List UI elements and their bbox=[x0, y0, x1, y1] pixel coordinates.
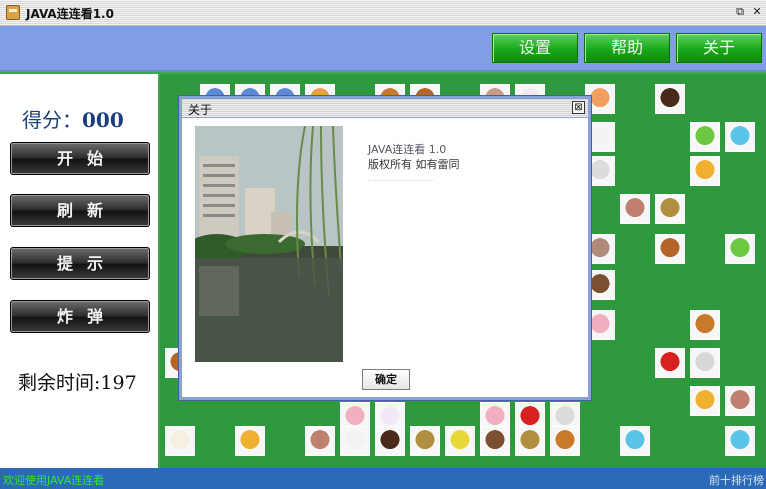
tiger-tile[interactable] bbox=[550, 426, 580, 456]
cake-tile[interactable] bbox=[655, 84, 685, 114]
window-title-bar: JAVA连连看1.0 ⧉ ✕ bbox=[0, 0, 766, 26]
score-value: 000 bbox=[82, 108, 124, 132]
copyright-text: 版权所有 如有雷同 bbox=[368, 158, 460, 171]
apple-green-tile[interactable] bbox=[725, 234, 755, 264]
apple-green-tile[interactable] bbox=[690, 122, 720, 152]
girl-tile[interactable] bbox=[620, 194, 650, 224]
dog-tile[interactable] bbox=[690, 348, 720, 378]
close-window-button[interactable]: ✕ bbox=[750, 5, 764, 19]
monkey-tile[interactable] bbox=[655, 194, 685, 224]
heart-tile[interactable] bbox=[655, 348, 685, 378]
side-panel: 得分：000 开始 刷新 提示 炸弹 剩余时间:197 bbox=[0, 72, 160, 468]
butterfly-tile[interactable] bbox=[725, 426, 755, 456]
girl-tile[interactable] bbox=[305, 426, 335, 456]
bomb-button[interactable]: 炸弹 bbox=[10, 300, 150, 333]
apple-gold-tile[interactable] bbox=[235, 426, 265, 456]
divider bbox=[368, 180, 434, 181]
time-remaining: 剩余时间:197 bbox=[18, 368, 137, 395]
butterfly-tile[interactable] bbox=[620, 426, 650, 456]
status-bar: 欢迎使用JAVA连连看 前十排行榜 bbox=[0, 468, 766, 489]
dog-tile[interactable] bbox=[480, 426, 510, 456]
about-dialog: 关于 ⊠ JAVA连连看 1.0 版权所有 如有雷同 确定 bbox=[178, 95, 592, 401]
bunny-tile[interactable] bbox=[340, 426, 370, 456]
hint-button[interactable]: 提示 bbox=[10, 247, 150, 280]
girl-tile[interactable] bbox=[725, 386, 755, 416]
burger-tile[interactable] bbox=[655, 234, 685, 264]
restore-window-button[interactable]: ⧉ bbox=[733, 5, 747, 19]
lemon-tile[interactable] bbox=[445, 426, 475, 456]
settings-button[interactable]: 设置 bbox=[492, 33, 578, 63]
timer-label: 剩余时间: bbox=[18, 372, 101, 394]
timer-value: 197 bbox=[100, 372, 137, 394]
score-display: 得分：000 bbox=[22, 104, 124, 133]
leaderboard-link[interactable]: 前十排行榜 bbox=[709, 472, 764, 488]
campus-photo bbox=[195, 126, 343, 362]
monkey-tile[interactable] bbox=[515, 426, 545, 456]
monkey-tile[interactable] bbox=[410, 426, 440, 456]
app-version-text: JAVA连连看 1.0 bbox=[368, 143, 447, 156]
window-title: JAVA连连看1.0 bbox=[26, 7, 114, 21]
help-button[interactable]: 帮助 bbox=[584, 33, 670, 63]
butterfly-tile[interactable] bbox=[725, 122, 755, 152]
start-button[interactable]: 开始 bbox=[10, 142, 150, 175]
apple-gold-tile[interactable] bbox=[690, 386, 720, 416]
bunny-tile[interactable] bbox=[165, 426, 195, 456]
dialog-title-bar: 关于 ⊠ bbox=[182, 99, 588, 117]
apple-gold-tile[interactable] bbox=[690, 156, 720, 186]
tiger-tile[interactable] bbox=[690, 310, 720, 340]
dialog-close-button[interactable]: ⊠ bbox=[572, 101, 585, 114]
dialog-body: JAVA连连看 1.0 版权所有 如有雷同 确定 bbox=[182, 118, 588, 397]
refresh-button[interactable]: 刷新 bbox=[10, 194, 150, 227]
top-toolbar: 设置 帮助 关于 bbox=[0, 26, 766, 72]
welcome-status: 欢迎使用JAVA连连看 bbox=[3, 474, 105, 487]
cake-tile[interactable] bbox=[375, 426, 405, 456]
about-button[interactable]: 关于 bbox=[676, 33, 762, 63]
score-label: 得分： bbox=[22, 108, 82, 132]
dialog-text: JAVA连连看 1.0 版权所有 如有雷同 bbox=[368, 142, 460, 172]
ok-button[interactable]: 确定 bbox=[362, 369, 410, 390]
cup-icon bbox=[6, 5, 20, 20]
dialog-title: 关于 bbox=[188, 103, 213, 117]
